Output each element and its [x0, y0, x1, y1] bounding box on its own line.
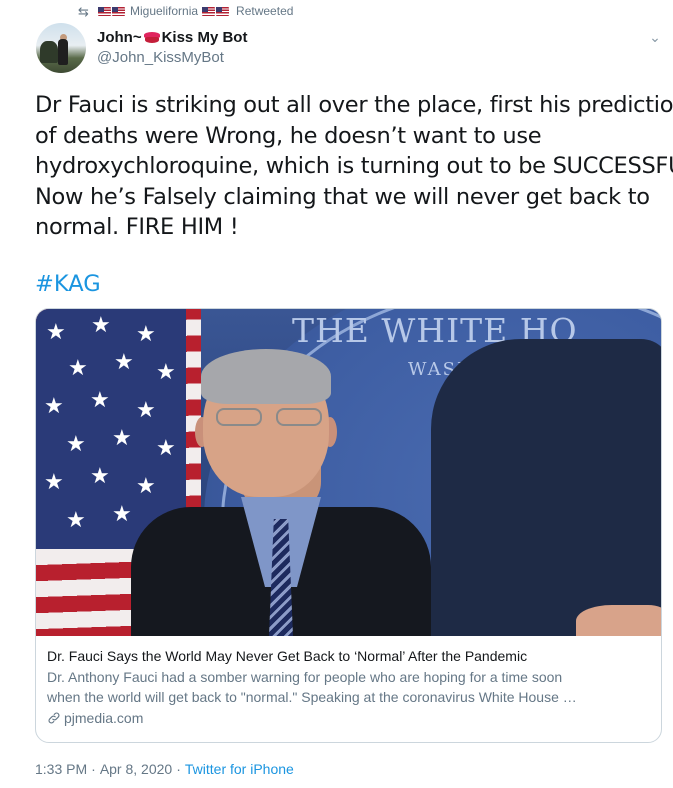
- link-icon: [48, 712, 60, 724]
- hashtag-link[interactable]: #KAG: [35, 271, 101, 297]
- card-description-line: Dr. Anthony Fauci had a somber warning f…: [47, 669, 563, 685]
- avatar[interactable]: [36, 23, 86, 73]
- tweet-author[interactable]: John~ Kiss My Bot @John_KissMyBot: [97, 28, 247, 67]
- kiss-lips-icon: [143, 31, 160, 43]
- tweet-date[interactable]: Apr 8, 2020: [100, 761, 172, 777]
- meta-separator: ·: [176, 761, 181, 777]
- card-image[interactable]: THE WHITE HO WASHIN ★ ★ ★ ★ ★ ★ ★ ★ ★ ★ …: [36, 309, 661, 636]
- retweet-context: ⇆ Miguelifornia Retweeted: [78, 3, 293, 19]
- tweet-meta: 1:33 PM · Apr 8, 2020 · Twitter for iPhone: [35, 761, 294, 777]
- card-title[interactable]: Dr. Fauci Says the World May Never Get B…: [47, 647, 649, 666]
- us-flag-emoji-pair: [202, 6, 230, 16]
- card-domain-text: pjmedia.com: [64, 710, 144, 726]
- card-description: Dr. Anthony Fauci had a somber warning f…: [47, 667, 649, 707]
- tweet-text-line: of deaths were Wrong, he doesn’t want to…: [35, 122, 542, 149]
- retweet-icon: ⇆: [78, 3, 89, 19]
- display-name[interactable]: John~ Kiss My Bot: [97, 28, 247, 46]
- card-description-line: when the world will get back to "normal.…: [47, 689, 577, 705]
- tweet-text-line: hydroxychloroquine, which is turning out…: [35, 153, 673, 179]
- display-name-suffix: Kiss My Bot: [161, 28, 248, 46]
- tweet-text-line: Now he’s Falsely claiming that we will n…: [35, 183, 650, 210]
- person-hand: [576, 605, 661, 636]
- retweeter-name[interactable]: Miguelifornia: [130, 4, 198, 18]
- meta-separator: ·: [91, 761, 96, 777]
- us-flag-emoji-pair: [98, 6, 126, 16]
- link-preview-card[interactable]: THE WHITE HO WASHIN ★ ★ ★ ★ ★ ★ ★ ★ ★ ★ …: [35, 308, 662, 743]
- tweet-source-link[interactable]: Twitter for iPhone: [185, 761, 294, 777]
- display-name-prefix: John~: [97, 28, 142, 46]
- card-domain[interactable]: pjmedia.com: [47, 708, 649, 728]
- tweet-text: Dr Fauci is striking out all over the pl…: [35, 90, 673, 243]
- tweet-time[interactable]: 1:33 PM: [35, 761, 87, 777]
- card-body[interactable]: Dr. Fauci Says the World May Never Get B…: [36, 636, 661, 728]
- portrait-figure: [131, 347, 431, 636]
- tweet-text-line: Dr Fauci is striking out all over the pl…: [35, 92, 673, 118]
- chevron-down-icon[interactable]: ⌄: [648, 30, 662, 44]
- user-handle[interactable]: @John_KissMyBot: [97, 49, 247, 66]
- person-shoulder: [431, 339, 661, 636]
- tweet-text-line: normal. FIRE HIM !: [35, 214, 239, 240]
- retweeted-label: Retweeted: [236, 4, 294, 18]
